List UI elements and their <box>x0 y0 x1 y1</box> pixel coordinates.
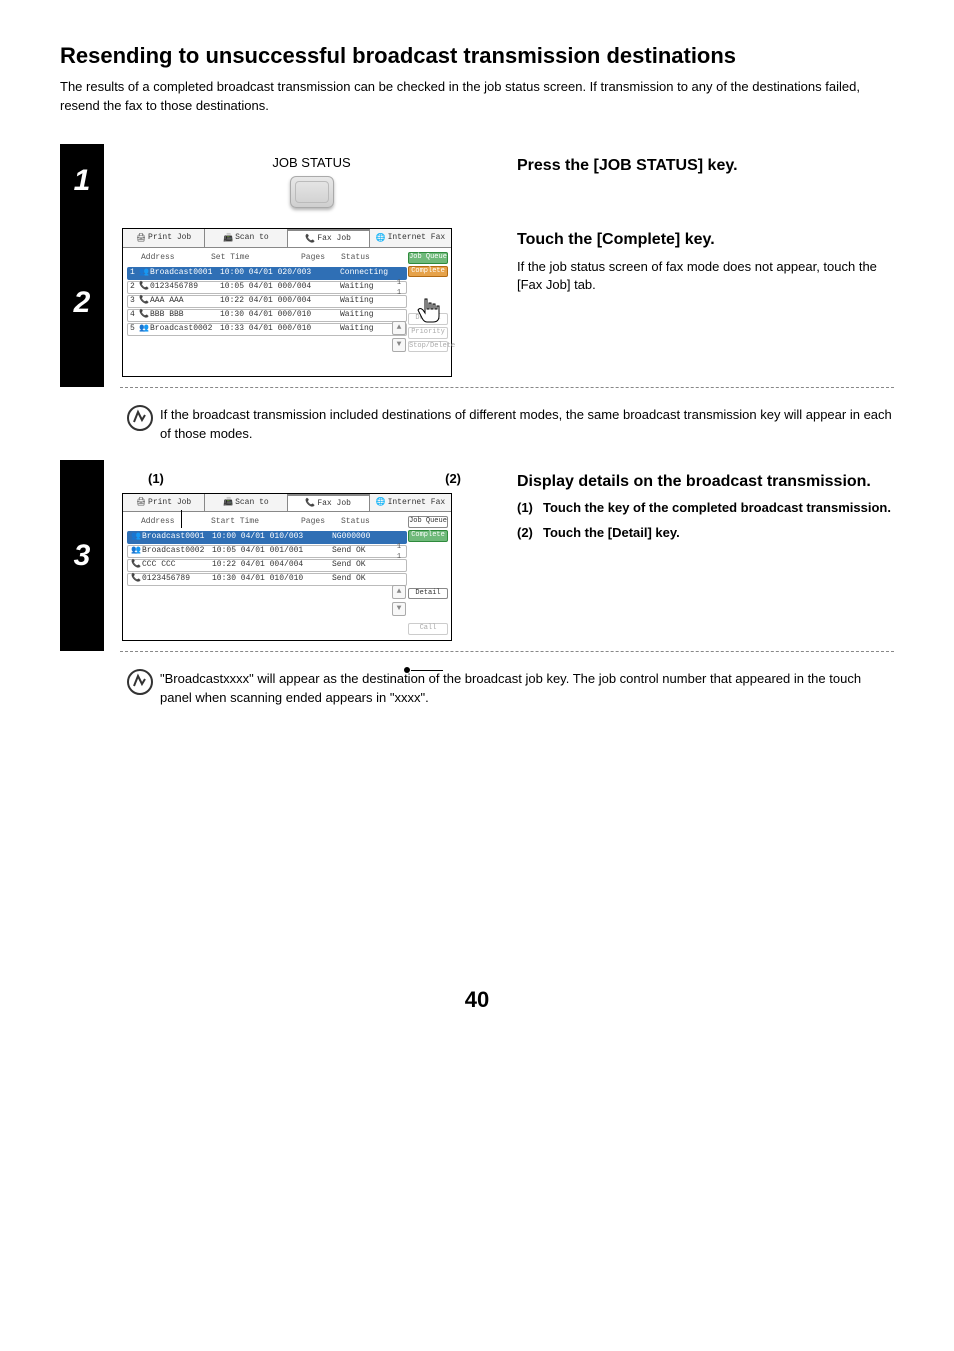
job-row[interactable]: 📞012345678910:30 04/01 010/010Send OK <box>127 573 407 586</box>
step-1: 1 JOB STATUS Press the [JOB STATUS] key. <box>60 144 894 219</box>
job-type-icon: 📞 <box>138 309 150 321</box>
tab-fax-job[interactable]: 📞Fax Job <box>288 494 370 512</box>
step-2: 2 🖨Print Job 📠Scan to 📞Fax Job 🌐Internet… <box>60 218 894 387</box>
job-row[interactable]: 1👥Broadcast000110:00 04/01 020/003Connec… <box>127 267 407 280</box>
scroll-up-button[interactable]: ▲ <box>392 321 406 335</box>
complete-button[interactable]: Complete <box>408 530 448 542</box>
job-row[interactable]: 5👥Broadcast000210:33 04/01 000/010Waitin… <box>127 323 407 336</box>
page-indicator: 11 <box>393 542 405 562</box>
job-row[interactable]: 2📞012345678910:05 04/01 000/004Waiting <box>127 281 407 294</box>
job-type-icon: 👥 <box>138 323 150 335</box>
column-headers: Address Set Time Pages Status <box>127 252 407 266</box>
step-3: 3 (1) (2) 🖨Print Job 📠Scan to 📞Fax Job 🌐… <box>60 460 894 651</box>
globe-icon: 🌐 <box>376 497 386 507</box>
job-row[interactable]: 📞CCC CCC10:22 04/01 004/004Send OK <box>127 559 407 572</box>
job-type-icon: 📞 <box>138 295 150 307</box>
note-icon <box>120 404 160 444</box>
job-queue-button[interactable]: Job Queue <box>408 516 448 528</box>
globe-icon: 🌐 <box>376 233 386 243</box>
fax-icon: 📞 <box>305 498 315 508</box>
job-row[interactable]: 👥Broadcast000110:00 04/01 010/003NG00000… <box>127 531 407 544</box>
tab-scan-to[interactable]: 📠Scan to <box>205 229 287 247</box>
step2-tip-text: If the broadcast transmission included d… <box>160 404 894 444</box>
touch-panel-step2: 🖨Print Job 📠Scan to 📞Fax Job 🌐Internet F… <box>122 228 452 377</box>
tab-internet-fax[interactable]: 🌐Internet Fax <box>370 229 451 247</box>
hand-cursor-icon <box>415 296 445 330</box>
job-status-hardware-key[interactable] <box>290 176 334 208</box>
fax-icon: 📞 <box>305 234 315 244</box>
job-status-key-label: JOB STATUS <box>122 154 501 173</box>
printer-icon: 🖨 <box>136 233 146 243</box>
job-type-icon: 📞 <box>130 573 142 585</box>
touch-panel-step3: 🖨Print Job 📠Scan to 📞Fax Job 🌐Internet F… <box>122 493 452 642</box>
scroll-down-button[interactable]: ▼ <box>392 338 406 352</box>
scroll-down-button[interactable]: ▼ <box>392 602 406 616</box>
callout-1: (1) <box>148 470 164 489</box>
column-headers: Address Start Time Pages Status <box>127 516 407 530</box>
step3-tip-text: "Broadcastxxxx" will appear as the desti… <box>160 668 894 708</box>
step3-heading: Display details on the broadcast transmi… <box>517 470 894 493</box>
job-type-icon: 📞 <box>138 281 150 293</box>
stop-delete-button[interactable]: Stop/Delete <box>408 341 448 353</box>
note-icon <box>120 668 160 708</box>
step-number-3: 3 <box>60 460 104 651</box>
tab-fax-job[interactable]: 📞Fax Job <box>288 229 370 247</box>
step3-sub1: (1)Touch the key of the completed broadc… <box>517 499 894 518</box>
job-type-icon: 👥 <box>130 531 142 543</box>
intro-text: The results of a completed broadcast tra… <box>60 78 894 116</box>
printer-icon: 🖨 <box>136 497 146 507</box>
scanner-icon: 📠 <box>223 497 233 507</box>
tab-print-job[interactable]: 🖨Print Job <box>123 229 205 247</box>
step2-tip: If the broadcast transmission included d… <box>60 388 894 460</box>
complete-button[interactable]: Complete <box>408 266 448 278</box>
page-title: Resending to unsuccessful broadcast tran… <box>60 40 894 72</box>
step3-tip: "Broadcastxxxx" will appear as the desti… <box>60 652 894 724</box>
tab-scan-to[interactable]: 📠Scan to <box>205 494 287 512</box>
step-number-1: 1 <box>60 144 104 219</box>
job-row[interactable]: 4📞BBB BBB10:30 04/01 000/010Waiting <box>127 309 407 322</box>
step2-body: If the job status screen of fax mode doe… <box>517 258 894 296</box>
step3-sub2: (2)Touch the [Detail] key. <box>517 524 894 543</box>
job-type-icon: 📞 <box>130 559 142 571</box>
page-indicator: 11 <box>393 278 405 298</box>
tab-internet-fax[interactable]: 🌐Internet Fax <box>370 494 451 512</box>
detail-button[interactable]: Detail <box>408 588 448 600</box>
job-type-icon: 👥 <box>138 267 150 279</box>
step1-heading: Press the [JOB STATUS] key. <box>517 154 894 177</box>
step-number-2: 2 <box>60 218 104 387</box>
scroll-up-button[interactable]: ▲ <box>392 585 406 599</box>
callout-2: (2) <box>445 470 461 489</box>
callout-1-line <box>181 510 182 528</box>
job-queue-button[interactable]: Job Queue <box>408 252 448 264</box>
job-row[interactable]: 👥Broadcast000210:05 04/01 001/001Send OK <box>127 545 407 558</box>
tab-print-job[interactable]: 🖨Print Job <box>123 494 205 512</box>
call-button[interactable]: Call <box>408 623 448 635</box>
job-row[interactable]: 3📞AAA AAA10:22 04/01 000/004Waiting <box>127 295 407 308</box>
scanner-icon: 📠 <box>223 233 233 243</box>
page-number: 40 <box>60 984 894 1016</box>
job-type-icon: 👥 <box>130 545 142 557</box>
callout-2-line <box>411 670 443 671</box>
step2-heading: Touch the [Complete] key. <box>517 228 894 251</box>
